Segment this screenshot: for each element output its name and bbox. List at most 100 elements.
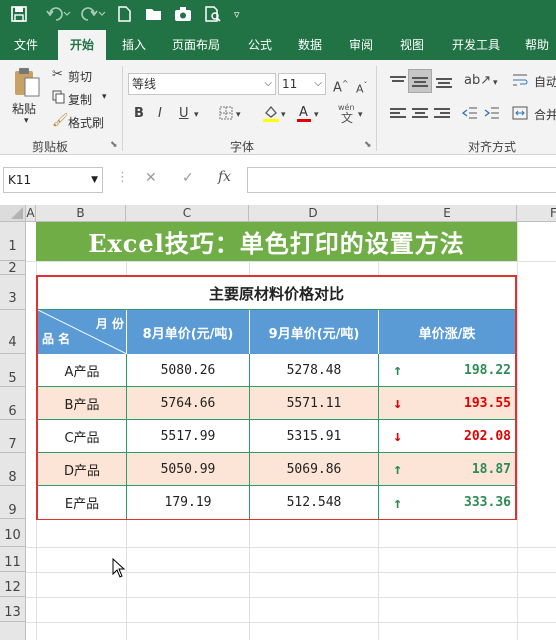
copy-dropdown-icon[interactable]: ▾ xyxy=(102,92,107,102)
change-cell[interactable]: ↑ 198.22 xyxy=(379,354,515,387)
tab-view[interactable]: 视图 xyxy=(392,30,432,60)
change-cell[interactable]: ↑ 18.87 xyxy=(379,453,515,486)
enter-icon[interactable]: ✓ xyxy=(182,170,194,186)
decrease-indent-icon[interactable] xyxy=(461,105,478,126)
align-middle-button[interactable] xyxy=(408,69,432,93)
align-bottom-icon[interactable] xyxy=(436,76,452,90)
formula-input[interactable] xyxy=(247,167,556,193)
orientation-icon[interactable]: ab↗ xyxy=(464,73,491,89)
row-header-5[interactable]: 5 xyxy=(0,354,26,387)
column-header-d[interactable]: D xyxy=(249,205,378,222)
product-name-cell[interactable]: E产品 xyxy=(38,486,127,519)
font-launcher-icon[interactable]: ⬊ xyxy=(364,140,372,150)
aug-price-cell[interactable]: 5764.66 xyxy=(127,387,250,420)
header-corner-cell[interactable]: 月 份 品 名 xyxy=(38,310,127,354)
aug-price-cell[interactable]: 5080.26 xyxy=(127,354,250,387)
tab-insert[interactable]: 插入 xyxy=(114,30,154,60)
column-header-f[interactable]: F xyxy=(517,205,556,222)
column-header-c[interactable]: C xyxy=(126,205,249,222)
table-title[interactable]: 主要原材料价格对比 xyxy=(38,277,515,310)
header-sep-price[interactable]: 9月单价(元/吨) xyxy=(250,310,379,354)
sep-price-cell[interactable]: 512.548 xyxy=(250,486,379,519)
grow-font-button[interactable]: A^ xyxy=(333,76,349,96)
product-name-cell[interactable]: A产品 xyxy=(38,354,127,387)
align-right-icon[interactable] xyxy=(434,106,450,120)
row-header-1[interactable]: 1 xyxy=(0,222,26,261)
row-header-8[interactable]: 8 xyxy=(0,453,26,486)
save-icon[interactable] xyxy=(10,5,28,28)
header-aug-price[interactable]: 8月单价(元/吨) xyxy=(127,310,250,354)
camera-icon[interactable] xyxy=(173,5,193,28)
align-center-icon[interactable] xyxy=(412,106,428,120)
font-color-dropdown-icon[interactable]: ▾ xyxy=(314,107,319,123)
change-cell[interactable]: ↓ 202.08 xyxy=(379,420,515,453)
row-header-10[interactable]: 10 xyxy=(0,519,26,547)
row-header-11[interactable]: 11 xyxy=(0,547,26,572)
redo-icon[interactable] xyxy=(80,5,106,28)
underline-button[interactable]: U xyxy=(179,106,189,122)
tab-help[interactable]: 帮助 xyxy=(518,30,556,60)
shrink-font-button[interactable]: Aˇ xyxy=(356,78,368,98)
row-header-12[interactable]: 12 xyxy=(0,572,26,597)
paste-button[interactable]: 粘贴 xyxy=(12,100,36,117)
change-cell[interactable]: ↓ 193.55 xyxy=(379,387,515,420)
underline-dropdown-icon[interactable]: ▾ xyxy=(194,107,199,123)
row-header-13[interactable]: 13 xyxy=(0,597,26,622)
sep-price-cell[interactable]: 5069.86 xyxy=(250,453,379,486)
phonetic-dropdown-icon[interactable]: ▾ xyxy=(358,107,363,123)
clipboard-launcher-icon[interactable]: ⬊ xyxy=(110,140,118,150)
name-box[interactable]: K11 ▼ xyxy=(3,167,103,193)
border-dropdown-icon[interactable]: ▾ xyxy=(236,107,241,123)
print-preview-icon[interactable] xyxy=(203,5,223,28)
row-header-4[interactable]: 4 xyxy=(0,310,26,354)
cut-button[interactable]: 剪切 xyxy=(68,68,92,85)
tab-review[interactable]: 审阅 xyxy=(341,30,381,60)
font-size-select[interactable]: 11 ⌵ xyxy=(278,73,326,95)
tab-formulas[interactable]: 公式 xyxy=(240,30,280,60)
product-name-cell[interactable]: B产品 xyxy=(38,387,127,420)
product-name-cell[interactable]: D产品 xyxy=(38,453,127,486)
border-icon[interactable] xyxy=(218,105,234,126)
open-folder-icon[interactable] xyxy=(144,5,164,28)
cancel-icon[interactable]: ✕ xyxy=(145,170,157,186)
banner-title[interactable]: Excel技巧：单色打印的设置方法 xyxy=(36,222,517,261)
copy-button[interactable]: 复制 xyxy=(68,91,92,108)
column-header-a[interactable]: A xyxy=(26,205,36,222)
aug-price-cell[interactable]: 5050.99 xyxy=(127,453,250,486)
sep-price-cell[interactable]: 5571.11 xyxy=(250,387,379,420)
fill-color-dropdown-icon[interactable]: ▾ xyxy=(281,107,286,123)
change-cell[interactable]: ↑ 333.36 xyxy=(379,486,515,519)
row-header-7[interactable]: 7 xyxy=(0,420,26,453)
tab-home[interactable]: 开始 xyxy=(58,30,106,60)
sep-price-cell[interactable]: 5315.91 xyxy=(250,420,379,453)
merge-center-button[interactable]: 合并 xyxy=(534,106,556,123)
header-change[interactable]: 单价涨/跌 xyxy=(379,310,515,354)
column-header-e[interactable]: E xyxy=(378,205,517,222)
aug-price-cell[interactable]: 179.19 xyxy=(127,486,250,519)
row-header-9[interactable]: 9 xyxy=(0,486,26,519)
customize-qat-icon[interactable]: ▿ xyxy=(234,5,240,25)
wrap-text-button[interactable]: 自动 xyxy=(534,73,556,90)
tab-file[interactable]: 文件 xyxy=(6,30,46,60)
row-header-2[interactable]: 2 xyxy=(0,261,26,276)
select-all-corner[interactable] xyxy=(0,205,26,222)
orientation-dropdown-icon[interactable]: ▾ xyxy=(493,75,498,91)
align-left-icon[interactable] xyxy=(390,106,406,120)
increase-indent-icon[interactable] xyxy=(484,105,500,126)
row-header-3[interactable]: 3 xyxy=(0,275,26,310)
bold-button[interactable]: B xyxy=(134,106,144,122)
align-top-icon[interactable] xyxy=(390,74,406,88)
sep-price-cell[interactable]: 5278.48 xyxy=(250,354,379,387)
undo-icon[interactable] xyxy=(46,5,72,28)
new-file-icon[interactable] xyxy=(116,5,132,28)
product-name-cell[interactable]: C产品 xyxy=(38,420,127,453)
paste-dropdown-icon[interactable]: ▾ xyxy=(24,116,29,126)
row-header-6[interactable]: 6 xyxy=(0,387,26,420)
format-painter-button[interactable]: 格式刷 xyxy=(68,114,104,131)
font-name-select[interactable]: 等线 ⌵ xyxy=(128,73,276,95)
paste-icon[interactable] xyxy=(12,66,42,103)
aug-price-cell[interactable]: 5517.99 xyxy=(127,420,250,453)
tab-page-layout[interactable]: 页面布局 xyxy=(165,30,227,60)
column-header-b[interactable]: B xyxy=(36,205,126,222)
fill-color-icon[interactable] xyxy=(262,103,280,128)
